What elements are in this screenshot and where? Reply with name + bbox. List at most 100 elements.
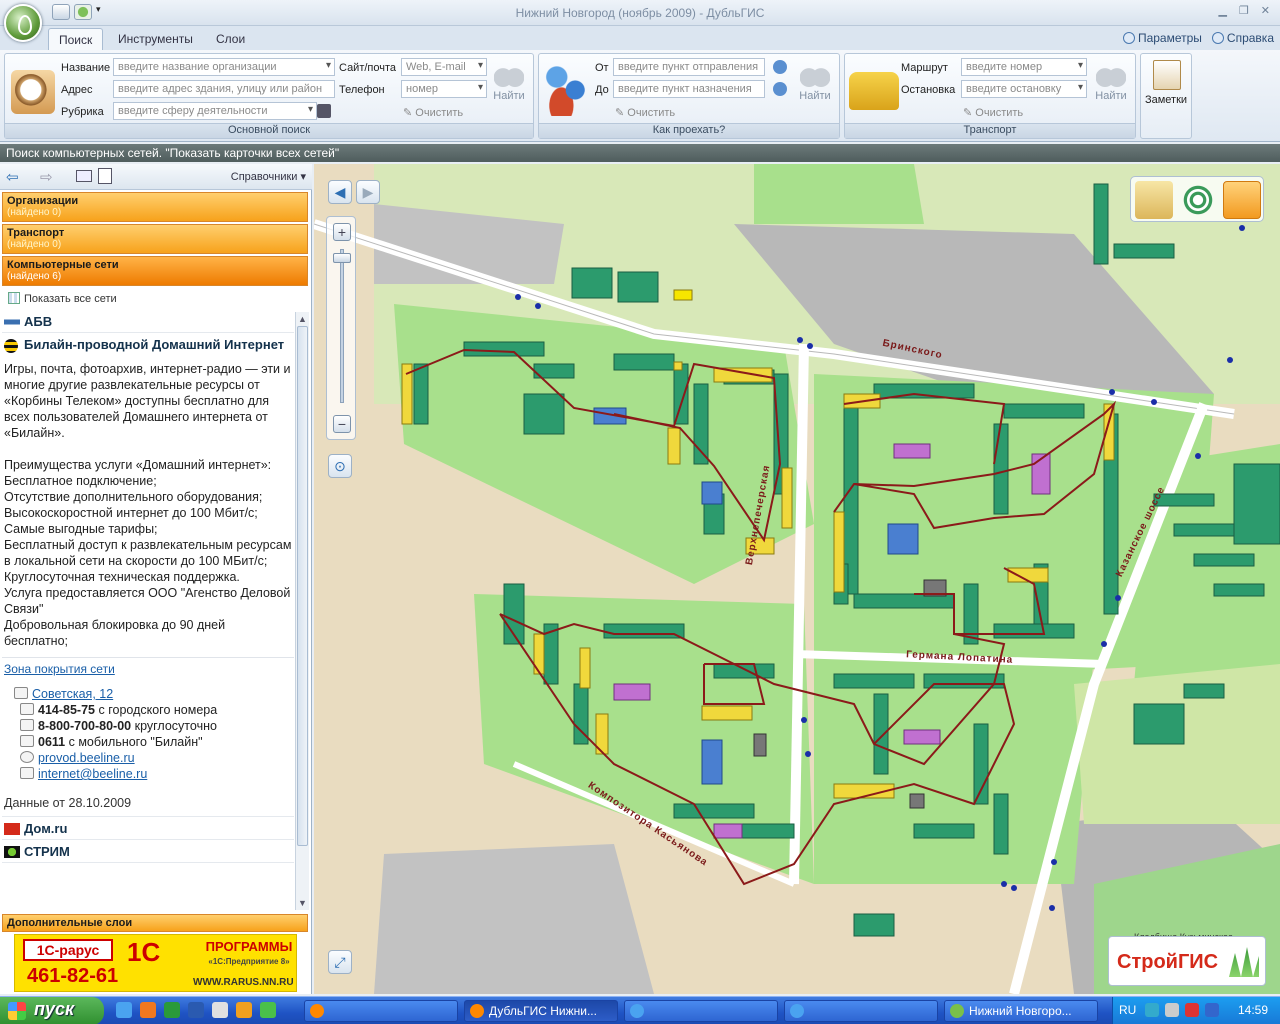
tab-search[interactable]: Поиск <box>48 28 104 50</box>
site-link[interactable]: provod.beeline.ru <box>38 751 135 765</box>
stroigis-badge[interactable]: СтройГИС <box>1108 936 1266 986</box>
clear-transport-button[interactable]: ✎ Очистить <box>963 106 1023 119</box>
scroll-up-icon[interactable]: ▲ <box>298 314 307 324</box>
print-list-icon[interactable] <box>76 170 92 182</box>
category-organizations[interactable]: Организации (найдено 0) <box>2 192 308 222</box>
results-scrollbar[interactable]: ▲ ▼ <box>295 312 309 910</box>
help-label: Справка <box>1226 31 1274 45</box>
zoom-control[interactable]: + − <box>326 216 356 440</box>
to-pick-icon[interactable] <box>773 82 787 96</box>
notes-button[interactable]: Заметки <box>1140 53 1192 139</box>
params-link[interactable]: Параметры <box>1122 31 1202 45</box>
category-transport[interactable]: Транспорт (найдено 0) <box>2 224 308 254</box>
find-basic-button[interactable]: Найти <box>489 62 529 102</box>
route-group-label: Как проехать? <box>539 123 839 138</box>
tray-icon[interactable] <box>1165 1003 1179 1017</box>
language-indicator[interactable]: RU <box>1119 1003 1136 1017</box>
description-intro: Игры, почта, фотоархив, интернет-радио —… <box>4 362 291 440</box>
excel-icon[interactable] <box>164 1002 180 1018</box>
map-canvas[interactable] <box>314 164 1280 994</box>
reference-dropdown[interactable]: Справочники ▾ <box>231 170 306 183</box>
category-networks[interactable]: Компьютерные сети (найдено 6) <box>2 256 308 286</box>
site-input[interactable]: Web, E-mail <box>401 58 487 76</box>
stop-input[interactable]: введите остановку <box>961 80 1087 98</box>
3d-tool-icon[interactable] <box>1223 181 1261 219</box>
tray-icon[interactable] <box>1205 1003 1219 1017</box>
advertisement-banner[interactable]: 1С-рарус 461-82-61 1С ПРОГРАММЫ «1С:Предп… <box>14 934 297 992</box>
back-icon[interactable]: ⇦ <box>6 168 19 186</box>
route-number-input[interactable]: введите номер <box>961 58 1087 76</box>
map-back-button[interactable]: ◀ <box>328 180 352 204</box>
from-input[interactable]: введите пункт отправления <box>613 58 765 76</box>
close-icon[interactable]: ✕ <box>1261 4 1270 17</box>
list-item[interactable]: СТРИМ <box>2 840 294 863</box>
tray-icon[interactable] <box>1145 1003 1159 1017</box>
tab-tools[interactable]: Инструменты <box>108 28 203 50</box>
minimize-icon[interactable]: ▁ <box>1218 4 1226 17</box>
from-pick-icon[interactable] <box>773 60 787 74</box>
notepad-icon[interactable] <box>212 1002 228 1018</box>
ie-icon[interactable] <box>116 1002 132 1018</box>
taskbar-item[interactable] <box>784 1000 938 1022</box>
help-icon <box>1211 32 1224 44</box>
scroll-down-icon[interactable]: ▼ <box>298 898 307 908</box>
address-input[interactable]: введите адрес здания, улицу или район <box>113 80 335 98</box>
folder-icon[interactable] <box>236 1002 252 1018</box>
zoom-out-button[interactable]: − <box>333 415 351 433</box>
network-name: Дом.ru <box>24 821 68 836</box>
maximize-icon[interactable]: ❐ <box>1239 4 1249 17</box>
category-title: Транспорт <box>7 227 65 239</box>
phone-icon <box>20 719 34 731</box>
ad-brand: 1С-рарус <box>23 939 113 961</box>
search-magnifier-icon <box>11 70 55 114</box>
fullscreen-button[interactable]: ⤢ <box>328 950 352 974</box>
rubric-input[interactable]: введите сферу деятельности <box>113 102 317 120</box>
to-input[interactable]: введите пункт назначения <box>613 80 765 98</box>
zoom-rail[interactable] <box>340 249 344 403</box>
rubric-list-icon[interactable] <box>317 104 331 118</box>
list-item[interactable]: Дом.ru <box>2 816 294 840</box>
params-label: Параметры <box>1137 31 1202 45</box>
word-icon[interactable] <box>188 1002 204 1018</box>
taskbar-item[interactable] <box>624 1000 778 1022</box>
map-forward-button[interactable]: ▶ <box>356 180 380 204</box>
zoom-slider-knob[interactable] <box>333 253 351 263</box>
ruler-tool-icon[interactable] <box>1135 181 1173 219</box>
radar-tool-icon[interactable] <box>1179 181 1217 219</box>
scroll-thumb[interactable] <box>297 326 308 846</box>
phone-input[interactable]: номер <box>401 80 487 98</box>
benefit-line: в локальной сети на скорости до 100 МБит… <box>4 554 268 568</box>
address-link[interactable]: Советская, 12 <box>32 687 113 701</box>
left-toolbar: ⇦ ⇨ Справочники ▾ <box>0 164 312 190</box>
extra-layers-bar[interactable]: Дополнительные слои <box>2 914 308 932</box>
list-item[interactable]: АБВ <box>2 310 294 333</box>
find-transport-button[interactable]: Найти <box>1091 62 1131 102</box>
zoom-area-button[interactable]: ⊙ <box>328 454 352 478</box>
find-route-button[interactable]: Найти <box>795 62 835 102</box>
clear-route-button[interactable]: ✎ Очистить <box>615 106 675 119</box>
clear-basic-button[interactable]: ✎ Очистить <box>403 106 463 119</box>
map-view[interactable]: Бринского Верхнепечерская Казанское шосс… <box>314 164 1280 994</box>
tray-icon[interactable] <box>1185 1003 1199 1017</box>
phone-label: Телефон <box>339 84 385 96</box>
taskbar-item-active[interactable]: ДубльГИС Нижни... <box>464 1000 618 1022</box>
beeline-logo-icon <box>4 339 18 353</box>
taskbar-item[interactable]: Нижний Новгоро... <box>944 1000 1098 1022</box>
name-input[interactable]: введите название организации <box>113 58 335 76</box>
name-label: Название <box>61 62 111 74</box>
help-link[interactable]: Справка <box>1211 31 1274 45</box>
zoom-in-button[interactable]: + <box>333 223 351 241</box>
list-item-selected[interactable]: Билайн-проводной Домашний Интернет <box>2 333 294 355</box>
coverage-zone-link[interactable]: Зона покрытия сети <box>4 662 115 676</box>
email-link[interactable]: internet@beeline.ru <box>38 767 147 781</box>
ribbon: Название введите название организации Ад… <box>0 50 1280 142</box>
app-icon[interactable] <box>260 1002 276 1018</box>
tab-layers[interactable]: Слои <box>206 28 255 50</box>
app-menu-button[interactable] <box>4 4 42 42</box>
firefox-icon[interactable] <box>140 1002 156 1018</box>
start-button[interactable]: пуск <box>0 997 104 1024</box>
show-all-networks[interactable]: Показать все сети <box>8 292 117 305</box>
taskbar-item[interactable] <box>304 1000 458 1022</box>
export-icon[interactable] <box>98 168 112 184</box>
forward-icon[interactable]: ⇨ <box>40 168 53 186</box>
